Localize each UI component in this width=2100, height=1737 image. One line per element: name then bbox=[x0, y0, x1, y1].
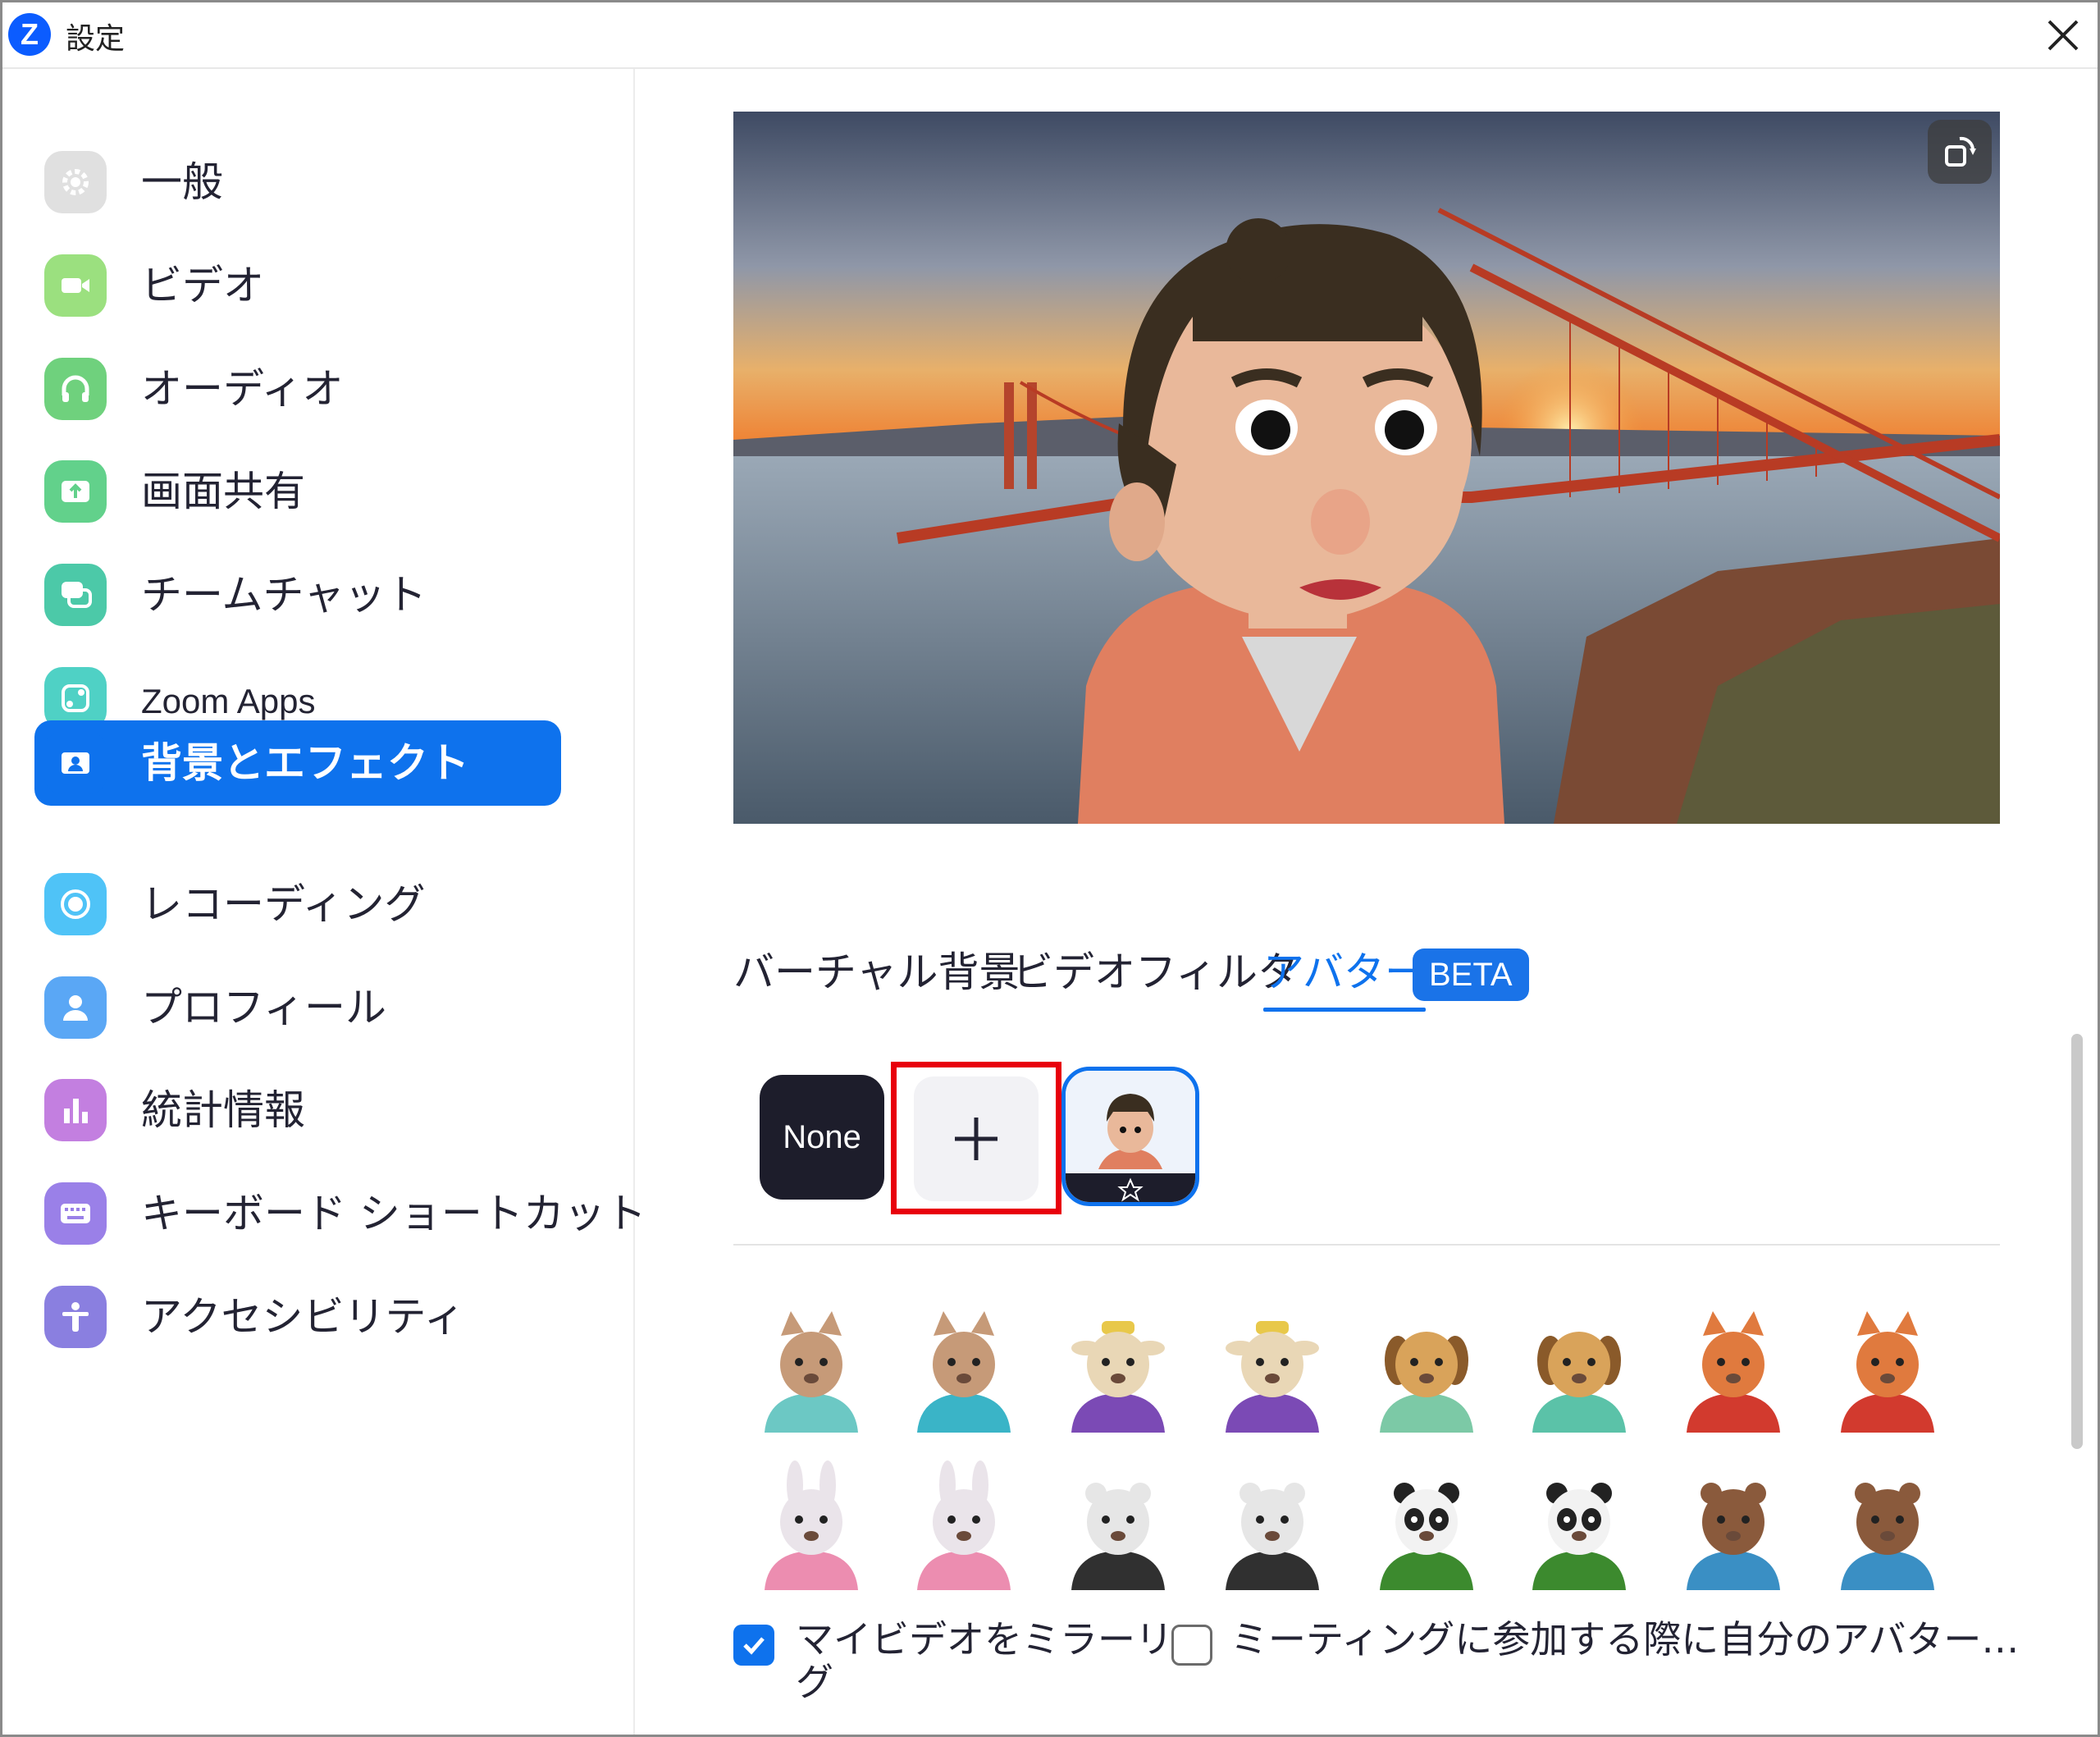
mirror-video-label-line1: マイビデオをミラーリン bbox=[796, 1617, 1211, 1662]
close-button[interactable] bbox=[2034, 7, 2092, 64]
sidebar-item-accessibility[interactable]: アクセシビリティ bbox=[34, 1274, 561, 1360]
sidebar-item-label: 背景とエフェクト bbox=[141, 739, 469, 787]
otter-avatar[interactable] bbox=[1672, 1460, 1795, 1592]
rabbit-avatar[interactable] bbox=[750, 1460, 873, 1592]
tab-virtual-background[interactable]: バーチャル背景 bbox=[733, 947, 1020, 998]
plus-icon bbox=[955, 1118, 998, 1160]
cat-avatar[interactable] bbox=[902, 1303, 1025, 1434]
sidebar-item-label: 統計情報 bbox=[141, 1086, 305, 1134]
sidebar-item-label: キーボード ショートカット bbox=[141, 1190, 646, 1237]
bar-chart-icon bbox=[44, 1079, 107, 1141]
sidebar-item-video[interactable]: ビデオ bbox=[34, 243, 561, 328]
panda-avatar[interactable] bbox=[1518, 1460, 1641, 1592]
video-camera-icon bbox=[44, 254, 107, 317]
sidebar-item-label: レコーディング bbox=[141, 880, 426, 928]
sidebar-item-team-chat[interactable]: チームチャット bbox=[34, 552, 561, 638]
beta-badge: BETA bbox=[1413, 948, 1529, 1001]
settings-content: バーチャル背景 ビデオフィルタ アバター BETA None マイビデオをミラー… bbox=[637, 69, 2100, 1737]
sidebar-item-general[interactable]: 一般 bbox=[34, 139, 561, 225]
avatar-preview-image bbox=[733, 112, 2000, 824]
gear-icon bbox=[44, 151, 107, 213]
sidebar-item-audio[interactable]: オーディオ bbox=[34, 346, 561, 432]
sidebar-item-label: ビデオ bbox=[141, 262, 264, 309]
checkmark-icon bbox=[743, 1637, 765, 1655]
share-screen-icon bbox=[44, 460, 107, 523]
cow-avatar[interactable] bbox=[1211, 1303, 1334, 1434]
fox-avatar[interactable] bbox=[1826, 1303, 1949, 1434]
rotate-camera-button[interactable] bbox=[1928, 120, 1992, 184]
close-icon bbox=[2048, 20, 2079, 51]
rabbit-avatar[interactable] bbox=[902, 1460, 1025, 1592]
cat-avatar[interactable] bbox=[750, 1303, 873, 1434]
window-title: 設定 bbox=[66, 22, 126, 56]
headphones-icon bbox=[44, 358, 107, 420]
chat-bubbles-icon bbox=[44, 564, 107, 626]
title-bar: Z 設定 bbox=[0, 0, 2100, 69]
sidebar-item-recording[interactable]: レコーディング bbox=[34, 862, 561, 947]
sidebar-item-label: チームチャット bbox=[141, 571, 427, 619]
zoom-logo-icon: Z bbox=[8, 13, 51, 56]
dog-avatar[interactable] bbox=[1365, 1303, 1488, 1434]
add-avatar-button[interactable] bbox=[914, 1076, 1039, 1201]
sidebar-item-share-screen[interactable]: 画面共有 bbox=[34, 449, 561, 534]
fox-avatar[interactable] bbox=[1672, 1303, 1795, 1434]
bear-avatar[interactable] bbox=[1057, 1460, 1180, 1592]
panda-avatar[interactable] bbox=[1365, 1460, 1488, 1592]
sidebar-item-keyboard-shortcuts[interactable]: キーボード ショートカット bbox=[34, 1171, 646, 1256]
portrait-icon bbox=[44, 732, 107, 794]
scrollbar[interactable] bbox=[2071, 1034, 2083, 1449]
otter-avatar[interactable] bbox=[1826, 1460, 1949, 1592]
tab-video-filters[interactable]: ビデオフィルタ bbox=[1012, 947, 1299, 998]
sidebar-item-label: 一般 bbox=[141, 158, 223, 206]
avatar-none-option[interactable]: None bbox=[760, 1075, 884, 1200]
dog-avatar[interactable] bbox=[1518, 1303, 1641, 1434]
cow-avatar[interactable] bbox=[1057, 1303, 1180, 1434]
tab-active-indicator bbox=[1263, 1008, 1426, 1012]
sidebar-item-label: プロフィール bbox=[141, 984, 386, 1031]
sidebar-item-label: オーディオ bbox=[141, 365, 344, 413]
sidebar-item-label: アクセシビリティ bbox=[141, 1293, 465, 1341]
tab-avatars-label: アバター bbox=[1263, 948, 1426, 996]
mirror-video-checkbox[interactable] bbox=[733, 1625, 774, 1666]
divider bbox=[733, 1244, 2000, 1246]
bear-avatar[interactable] bbox=[1211, 1460, 1334, 1592]
settings-sidebar: 一般 ビデオ オーディオ 画面共有 チームチャット Zoom Apps 背景とエ… bbox=[0, 69, 646, 1737]
tab-avatars[interactable]: アバター bbox=[1263, 947, 1426, 1012]
rotate-icon bbox=[1945, 136, 1976, 167]
join-with-avatar-checkbox[interactable] bbox=[1171, 1625, 1212, 1666]
accessibility-icon bbox=[44, 1286, 107, 1348]
custom-avatar-thumbnail bbox=[1066, 1071, 1195, 1202]
keyboard-icon bbox=[44, 1182, 107, 1245]
sidebar-item-statistics[interactable]: 統計情報 bbox=[34, 1067, 561, 1153]
sidebar-item-label: 画面共有 bbox=[141, 468, 305, 515]
record-icon bbox=[44, 873, 107, 935]
video-preview bbox=[733, 112, 2000, 824]
sidebar-item-profile[interactable]: プロフィール bbox=[34, 965, 561, 1050]
person-icon bbox=[44, 976, 107, 1039]
custom-avatar-selected[interactable] bbox=[1061, 1067, 1199, 1206]
sidebar-item-label: Zoom Apps bbox=[141, 682, 316, 720]
mirror-video-label-line2: グ bbox=[796, 1660, 833, 1704]
join-with-avatar-label: ミーティングに参加する際に自分のアバター… bbox=[1230, 1617, 2020, 1662]
sidebar-item-background-effects[interactable]: 背景とエフェクト bbox=[34, 720, 561, 806]
